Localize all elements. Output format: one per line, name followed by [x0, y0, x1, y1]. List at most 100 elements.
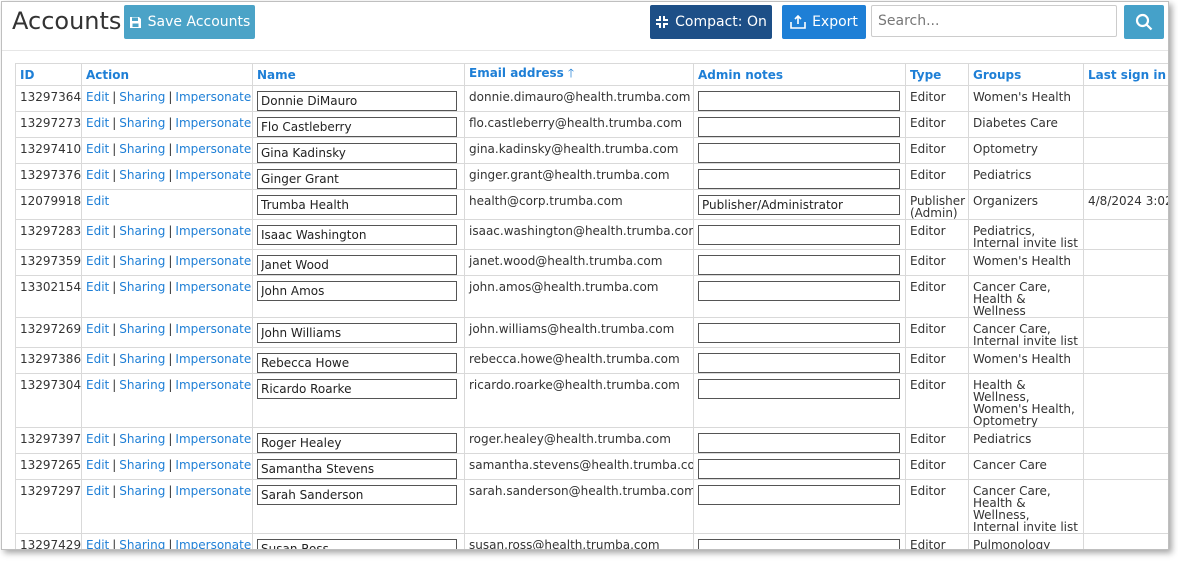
- impersonate-link[interactable]: Impersonate: [175, 322, 251, 336]
- sharing-link[interactable]: Sharing: [119, 322, 165, 336]
- cell-notes: [693, 347, 906, 374]
- sharing-link[interactable]: Sharing: [119, 458, 165, 472]
- edit-link[interactable]: Edit: [86, 322, 109, 336]
- admin-notes-input[interactable]: [698, 117, 900, 137]
- column-header-type[interactable]: Type: [905, 63, 969, 86]
- sharing-link[interactable]: Sharing: [119, 224, 165, 238]
- edit-link[interactable]: Edit: [86, 90, 109, 104]
- admin-notes-input[interactable]: [698, 459, 900, 479]
- edit-link[interactable]: Edit: [86, 142, 109, 156]
- admin-notes-input[interactable]: [698, 353, 900, 373]
- impersonate-link[interactable]: Impersonate: [175, 458, 251, 472]
- name-input[interactable]: [257, 169, 457, 189]
- search-input[interactable]: [871, 5, 1117, 37]
- edit-link[interactable]: Edit: [86, 194, 109, 208]
- admin-notes-input[interactable]: [698, 539, 900, 549]
- sharing-link[interactable]: Sharing: [119, 90, 165, 104]
- edit-link[interactable]: Edit: [86, 538, 109, 549]
- admin-notes-input[interactable]: [698, 323, 900, 343]
- name-input[interactable]: [257, 539, 457, 549]
- edit-link[interactable]: Edit: [86, 484, 109, 498]
- impersonate-link[interactable]: Impersonate: [175, 538, 251, 549]
- impersonate-link[interactable]: Impersonate: [175, 116, 251, 130]
- name-input[interactable]: [257, 459, 457, 479]
- name-input[interactable]: [257, 225, 457, 245]
- sharing-link[interactable]: Sharing: [119, 116, 165, 130]
- admin-notes-input[interactable]: [698, 433, 900, 453]
- admin-notes-input[interactable]: [698, 379, 900, 399]
- action-separator: |: [112, 322, 117, 336]
- floppy-disk-icon: [129, 16, 142, 29]
- impersonate-link[interactable]: Impersonate: [175, 168, 251, 182]
- name-input[interactable]: [257, 485, 457, 505]
- cell-name: [252, 85, 465, 112]
- search-button[interactable]: [1124, 5, 1164, 39]
- name-input[interactable]: [257, 195, 457, 215]
- edit-link[interactable]: Edit: [86, 280, 109, 294]
- save-accounts-button[interactable]: Save Accounts: [124, 5, 255, 39]
- column-header-action[interactable]: Action: [81, 63, 253, 86]
- edit-link[interactable]: Edit: [86, 254, 109, 268]
- sharing-link[interactable]: Sharing: [119, 280, 165, 294]
- sharing-link[interactable]: Sharing: [119, 378, 165, 392]
- cell-type: Editor: [905, 427, 969, 454]
- edit-link[interactable]: Edit: [86, 116, 109, 130]
- sharing-link[interactable]: Sharing: [119, 352, 165, 366]
- name-input[interactable]: [257, 433, 457, 453]
- admin-notes-input[interactable]: [698, 143, 900, 163]
- name-input[interactable]: [257, 117, 457, 137]
- edit-link[interactable]: Edit: [86, 458, 109, 472]
- impersonate-link[interactable]: Impersonate: [175, 254, 251, 268]
- sharing-link[interactable]: Sharing: [119, 168, 165, 182]
- edit-link[interactable]: Edit: [86, 432, 109, 446]
- name-input[interactable]: [257, 255, 457, 275]
- name-input[interactable]: [257, 379, 457, 399]
- name-input[interactable]: [257, 323, 457, 343]
- edit-link[interactable]: Edit: [86, 378, 109, 392]
- impersonate-link[interactable]: Impersonate: [175, 484, 251, 498]
- edit-link[interactable]: Edit: [86, 352, 109, 366]
- edit-link[interactable]: Edit: [86, 168, 109, 182]
- sharing-link[interactable]: Sharing: [119, 538, 165, 549]
- column-header-id[interactable]: ID: [15, 63, 82, 86]
- admin-notes-input[interactable]: [698, 195, 900, 215]
- admin-notes-input[interactable]: [698, 281, 900, 301]
- cell-groups: Optometry: [968, 137, 1084, 164]
- impersonate-link[interactable]: Impersonate: [175, 142, 251, 156]
- column-header-last-sign-in[interactable]: Last sign in: [1083, 63, 1168, 86]
- name-input[interactable]: [257, 281, 457, 301]
- cell-id: 13297269: [15, 317, 82, 348]
- impersonate-link[interactable]: Impersonate: [175, 224, 251, 238]
- sharing-link[interactable]: Sharing: [119, 142, 165, 156]
- impersonate-link[interactable]: Impersonate: [175, 432, 251, 446]
- admin-notes-input[interactable]: [698, 255, 900, 275]
- admin-notes-input[interactable]: [698, 169, 900, 189]
- sharing-link[interactable]: Sharing: [119, 254, 165, 268]
- admin-notes-input[interactable]: [698, 91, 900, 111]
- impersonate-link[interactable]: Impersonate: [175, 352, 251, 366]
- column-header-email[interactable]: Email address 🡑: [464, 63, 694, 86]
- sharing-link[interactable]: Sharing: [119, 484, 165, 498]
- action-separator: |: [168, 168, 173, 182]
- cell-email: john.amos@health.trumba.com: [464, 275, 694, 318]
- column-header-name[interactable]: Name: [252, 63, 465, 86]
- sharing-link[interactable]: Sharing: [119, 432, 165, 446]
- cell-name: [252, 533, 465, 549]
- impersonate-link[interactable]: Impersonate: [175, 90, 251, 104]
- admin-notes-input[interactable]: [698, 485, 900, 505]
- cell-notes: [693, 111, 906, 138]
- cell-notes: [693, 85, 906, 112]
- name-input[interactable]: [257, 91, 457, 111]
- column-header-notes[interactable]: Admin notes: [693, 63, 906, 86]
- impersonate-link[interactable]: Impersonate: [175, 280, 251, 294]
- cell-last-sign-in: 4/8/2024 3:02: [1083, 189, 1168, 220]
- column-header-groups[interactable]: Groups: [968, 63, 1084, 86]
- name-input[interactable]: [257, 143, 457, 163]
- edit-link[interactable]: Edit: [86, 224, 109, 238]
- name-input[interactable]: [257, 353, 457, 373]
- impersonate-link[interactable]: Impersonate: [175, 378, 251, 392]
- admin-notes-input[interactable]: [698, 225, 900, 245]
- compact-toggle-button[interactable]: Compact: On: [650, 5, 772, 39]
- cell-type: Editor: [905, 111, 969, 138]
- export-button[interactable]: Export: [782, 5, 866, 39]
